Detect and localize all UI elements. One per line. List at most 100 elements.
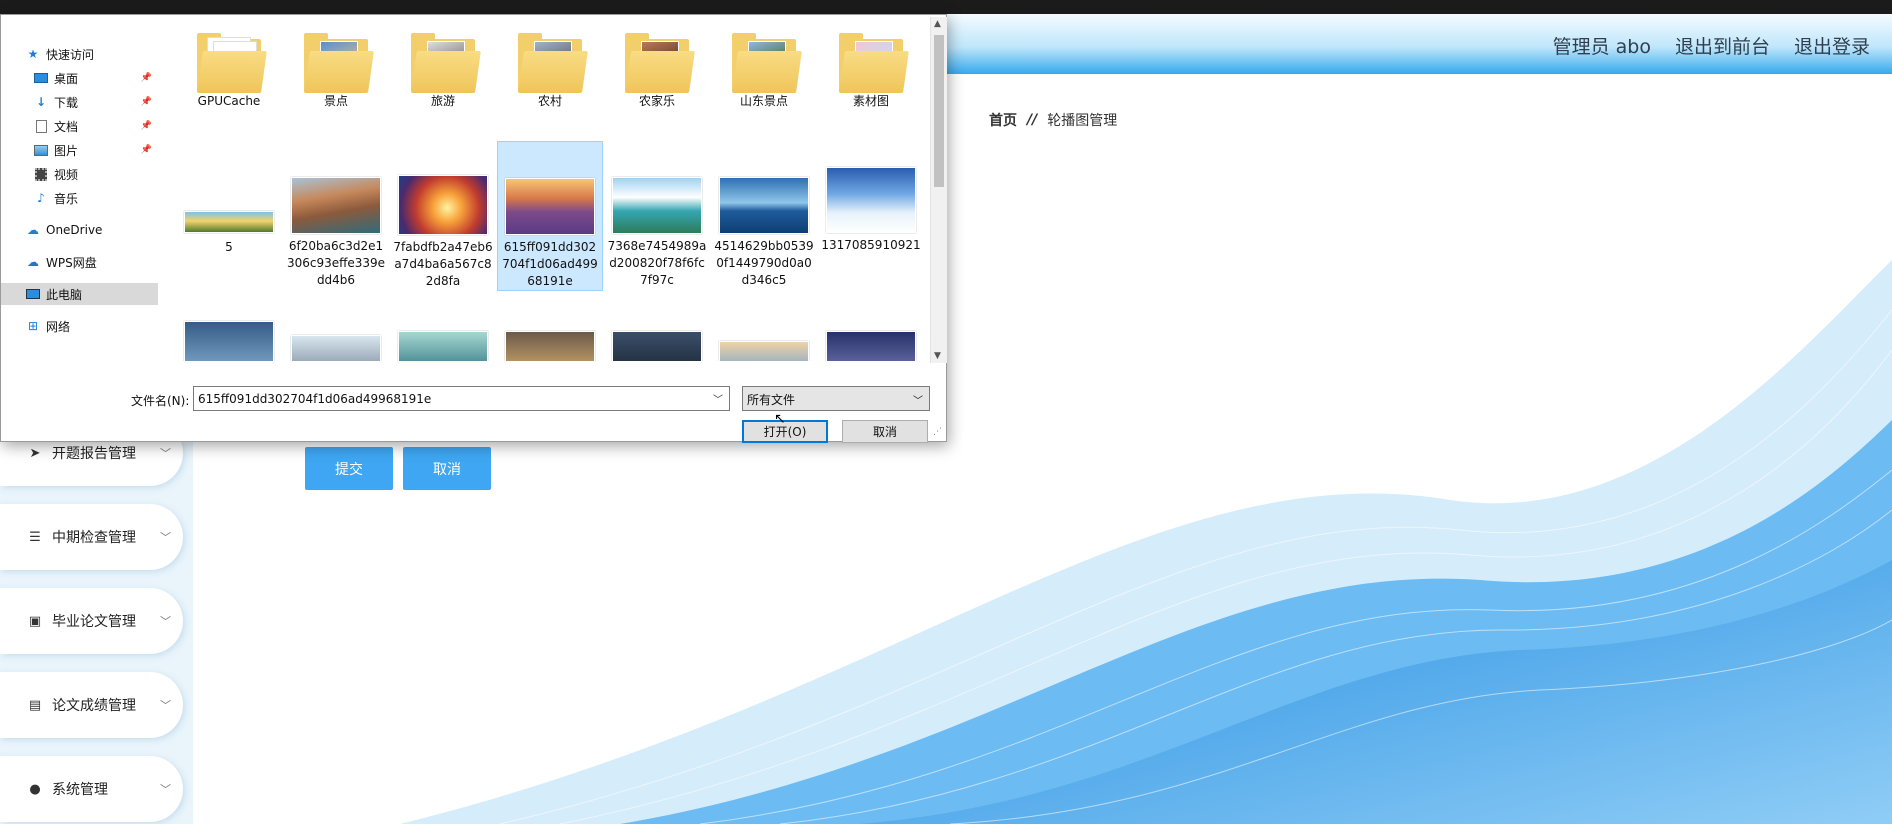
chevron-down-icon: ﹀ [913, 396, 923, 407]
nav-onedrive[interactable]: ☁ OneDrive [1, 219, 158, 241]
chevron-down-icon: ﹀ [160, 447, 171, 460]
nav-pictures[interactable]: 图片 📌 [1, 139, 158, 161]
sidebar-item-system[interactable]: ● 系统管理 ﹀ [0, 756, 183, 822]
folder-item[interactable]: 素材图 [818, 33, 924, 110]
desktop-icon [33, 71, 49, 85]
folder-item[interactable]: 景点 [283, 33, 389, 110]
dialog-cancel-button[interactable]: 取消 [842, 420, 928, 443]
image-file-item[interactable]: 5 [176, 211, 282, 256]
logout-link[interactable]: 退出登录 [1794, 32, 1870, 59]
folder-label: 旅游 [430, 94, 455, 108]
scrollbar-thumb[interactable] [934, 35, 944, 187]
folder-label: 素材图 [852, 94, 889, 108]
image-thumbnail [719, 341, 809, 361]
folder-label: 农村 [537, 94, 562, 108]
image-thumbnail [398, 175, 488, 235]
form-cancel-button[interactable]: 取消 [403, 447, 491, 490]
nav-this-pc[interactable]: 此电脑 [1, 283, 158, 305]
image-file-item[interactable] [711, 341, 817, 361]
submit-button[interactable]: 提交 [305, 447, 393, 490]
nav-music[interactable]: ♪ 音乐 [1, 187, 158, 209]
file-label: 1317085910921 [821, 238, 921, 252]
nav-label: 下载 [54, 95, 79, 110]
image-thumbnail [612, 331, 702, 361]
folder-item[interactable]: GPUCache [176, 33, 282, 110]
cloud-icon: ☁ [27, 223, 39, 237]
folder-label: 农家乐 [638, 94, 675, 108]
image-file-item[interactable]: 7fabdfb2a47eb6a7d4ba6a567c82d8fa [390, 175, 496, 290]
image-file-item[interactable] [176, 321, 282, 361]
filetype-select[interactable]: 所有文件 ﹀ [742, 386, 930, 411]
nav-label: 图片 [54, 143, 79, 158]
image-file-item[interactable] [283, 335, 389, 361]
folder-item[interactable]: 旅游 [390, 33, 496, 110]
nav-label: OneDrive [46, 223, 103, 237]
image-file-item[interactable] [818, 331, 924, 361]
filename-label: 文件名(N): [131, 394, 190, 408]
pictures-icon [33, 143, 49, 157]
image-file-item[interactable] [390, 331, 496, 361]
image-thumbnail [826, 331, 916, 361]
chevron-down-icon: ﹀ [160, 699, 171, 712]
folder-item[interactable]: 农村 [497, 33, 603, 110]
folder-label: GPUCache [197, 94, 261, 108]
sidebar-item-label: 中期检查管理 [52, 530, 136, 546]
image-file-item[interactable]: 1317085910921 [818, 167, 924, 254]
folder-item[interactable]: 山东景点 [711, 33, 817, 110]
resize-grip-icon[interactable]: ⋰ [933, 427, 942, 437]
folder-item[interactable]: 农家乐 [604, 33, 710, 110]
chevron-down-icon[interactable]: ﹀ [713, 391, 723, 406]
file-label: 4514629bb05390f1449790d0a0d346c5 [714, 239, 814, 287]
scroll-down-icon[interactable]: ▼ [934, 351, 941, 361]
nav-network[interactable]: ⊞ 网络 [1, 315, 158, 337]
pin-icon: 📌 [140, 145, 152, 155]
image-file-item[interactable] [497, 331, 603, 361]
image-file-item[interactable]: 6f20ba6c3d2e1306c93effe339edd4b6 [283, 177, 389, 289]
nav-label: 网络 [46, 319, 71, 334]
breadcrumb: 首页 // 轮播图管理 [989, 110, 1117, 130]
image-thumbnail [184, 321, 274, 361]
sidebar: ➤ 开题报告管理 ﹀ ☰ 中期检查管理 ﹀ ▣ 毕业论文管理 ﹀ ▤ 论文成绩管… [0, 420, 193, 824]
network-icon: ⊞ [27, 319, 39, 333]
nav-label: 快速访问 [46, 47, 95, 62]
sidebar-item-thesis[interactable]: ▣ 毕业论文管理 ﹀ [0, 588, 183, 654]
folder-icon [304, 33, 374, 93]
image-file-item[interactable]: 7368e7454989ad200820f78f6fc7f97c [604, 177, 710, 289]
paper-plane-icon: ➤ [29, 445, 41, 461]
breadcrumb-home[interactable]: 首页 [989, 110, 1017, 130]
chevron-down-icon: ﹀ [160, 531, 171, 544]
nav-label: 视频 [54, 167, 79, 182]
sidebar-item-grades[interactable]: ▤ 论文成绩管理 ﹀ [0, 672, 183, 738]
clipboard-icon: ▤ [28, 697, 42, 713]
image-file-item[interactable] [604, 331, 710, 361]
sliders-icon: ☰ [29, 529, 41, 545]
mouse-cursor-icon: ↖ [774, 411, 786, 427]
header-nav: 管理员 abo 退出到前台 退出登录 [1553, 32, 1870, 59]
nav-downloads[interactable]: ↓ 下载 📌 [1, 91, 158, 113]
nav-documents[interactable]: 文档 📌 [1, 115, 158, 137]
sidebar-item-midterm[interactable]: ☰ 中期检查管理 ﹀ [0, 504, 183, 570]
vertical-scrollbar[interactable]: ▲ ▼ [930, 17, 947, 363]
pin-icon: 📌 [140, 97, 152, 107]
nav-label: 桌面 [54, 71, 79, 86]
filename-input[interactable] [193, 386, 730, 411]
image-file-item[interactable]: 4514629bb05390f1449790d0a0d346c5 [711, 177, 817, 289]
image-file-item-selected[interactable]: 615ff091dd302704f1d06ad49968191e [497, 141, 603, 291]
document-x-icon: ▣ [28, 613, 42, 629]
chevron-down-icon: ﹀ [160, 615, 171, 628]
file-label: 7368e7454989ad200820f78f6fc7f97c [607, 239, 707, 287]
nav-label: 文档 [54, 119, 79, 134]
sidebar-item-label: 系统管理 [52, 782, 108, 798]
nav-desktop[interactable]: 桌面 📌 [1, 67, 158, 89]
admin-user-label[interactable]: 管理员 abo [1553, 32, 1651, 59]
exit-to-front-link[interactable]: 退出到前台 [1675, 32, 1770, 59]
sidebar-item-label: 开题报告管理 [52, 446, 136, 462]
nav-wps-drive[interactable]: ☁ WPS网盘 [1, 251, 158, 273]
file-list: GPUCache 景点 旅游 农村 农家乐 山东景点 素材图 5 6f20ba6… [161, 15, 931, 361]
nav-quick-access[interactable]: ★ 快速访问 [1, 43, 158, 65]
nav-videos[interactable]: 视频 [1, 163, 158, 185]
video-icon [33, 167, 49, 181]
folder-icon [732, 33, 802, 93]
scroll-up-icon[interactable]: ▲ [934, 19, 941, 29]
pin-icon: 📌 [140, 73, 152, 83]
